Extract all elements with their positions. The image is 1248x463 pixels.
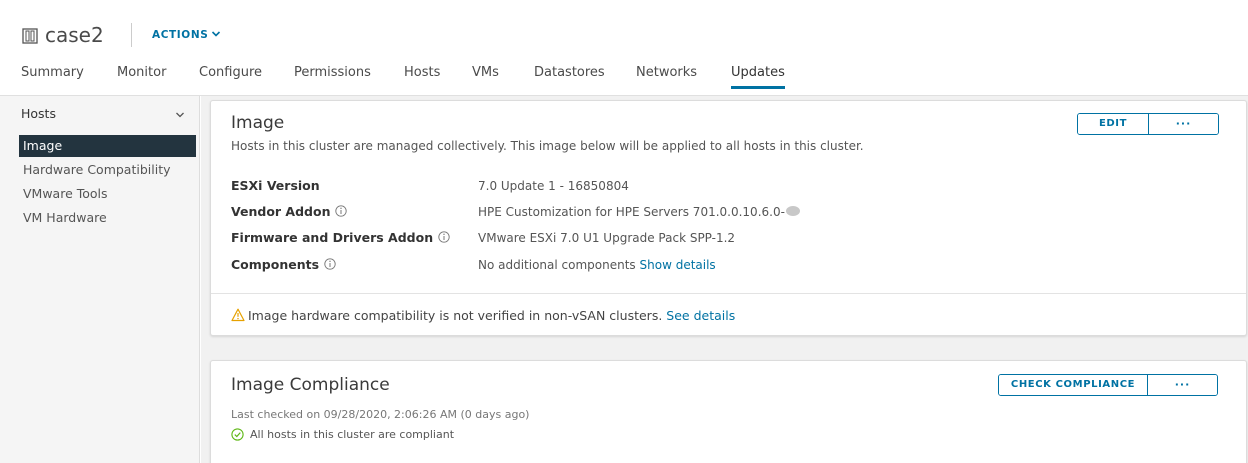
vendor-addon-label: Vendor Addon xyxy=(231,204,331,219)
components-label: Components xyxy=(231,257,320,272)
more-actions-button[interactable]: ··· xyxy=(1148,114,1218,134)
object-title: case2 xyxy=(45,23,104,47)
check-compliance-button[interactable]: CHECK COMPLIANCE xyxy=(999,375,1147,395)
card-divider xyxy=(211,293,1246,294)
esxi-version-value: 7.0 Update 1 - 16850804 xyxy=(478,179,629,193)
compliance-status: All hosts in this cluster are compliant xyxy=(231,427,454,443)
image-card-description: Hosts in this cluster are managed collec… xyxy=(231,139,864,153)
image-card: Image EDIT ··· Hosts in this cluster are… xyxy=(210,100,1247,336)
edit-button[interactable]: EDIT xyxy=(1078,114,1148,134)
image-compliance-card: Image Compliance CHECK COMPLIANCE ··· La… xyxy=(210,360,1247,463)
tab-configure[interactable]: Configure xyxy=(199,63,262,89)
show-details-link[interactable]: Show details xyxy=(640,258,716,272)
check-circle-icon xyxy=(231,428,244,441)
tab-vms[interactable]: VMs xyxy=(472,63,499,89)
updates-sidebar: Hosts Image Hardware Compatibility VMwar… xyxy=(0,96,200,463)
main-content: Image EDIT ··· Hosts in this cluster are… xyxy=(201,96,1248,463)
compliance-status-text: All hosts in this cluster are compliant xyxy=(250,428,455,441)
sidebar-item-vmware-tools[interactable]: VMware Tools xyxy=(19,183,196,205)
info-icon[interactable] xyxy=(324,258,336,270)
chevron-down-icon[interactable] xyxy=(175,110,185,120)
tab-hosts[interactable]: Hosts xyxy=(404,63,440,89)
actions-label: ACTIONS xyxy=(152,29,209,41)
image-card-title: Image xyxy=(231,113,285,133)
header-divider xyxy=(131,23,132,47)
last-checked-text: Last checked on 09/28/2020, 2:06:26 AM (… xyxy=(231,408,530,421)
tab-networks[interactable]: Networks xyxy=(636,63,697,89)
vendor-addon-value: HPE Customization for HPE Servers 701.0.… xyxy=(478,205,785,219)
sidebar-item-vm-hardware[interactable]: VM Hardware xyxy=(19,207,196,229)
tab-datastores[interactable]: Datastores xyxy=(534,63,605,89)
sidebar-item-image[interactable]: Image xyxy=(19,135,196,157)
firmware-addon-label: Firmware and Drivers Addon xyxy=(231,230,434,245)
compatibility-warning: Image hardware compatibility is not veri… xyxy=(231,307,735,325)
more-actions-button[interactable]: ··· xyxy=(1147,375,1217,395)
tab-updates[interactable]: Updates xyxy=(731,63,785,89)
info-icon[interactable] xyxy=(438,231,450,243)
sidebar-item-hardware-compatibility[interactable]: Hardware Compatibility xyxy=(19,159,196,181)
tab-summary[interactable]: Summary xyxy=(21,63,84,89)
warning-icon xyxy=(231,308,245,322)
firmware-addon-row-label: Firmware and Drivers Addon xyxy=(231,229,450,247)
tab-permissions[interactable]: Permissions xyxy=(294,63,371,89)
components-row-label: Components xyxy=(231,256,336,274)
redacted-blur-icon xyxy=(785,206,800,216)
object-header: case2 ACTIONS Summary Monitor Configure … xyxy=(0,0,1248,96)
image-actions-group: EDIT ··· xyxy=(1077,113,1219,135)
components-value-row: No additional components Show details xyxy=(478,256,716,274)
esxi-version-label: ESXi Version xyxy=(231,178,320,193)
see-details-link[interactable]: See details xyxy=(666,308,735,323)
actions-menu-button[interactable]: ACTIONS xyxy=(152,27,221,43)
firmware-addon-value: VMware ESXi 7.0 U1 Upgrade Pack SPP-1.2 xyxy=(478,231,736,245)
vendor-addon-value-row: HPE Customization for HPE Servers 701.0.… xyxy=(478,203,801,221)
compliance-card-title: Image Compliance xyxy=(231,375,390,395)
chevron-down-icon xyxy=(212,31,221,37)
sidebar-group-hosts[interactable]: Hosts xyxy=(21,105,56,123)
compliance-actions-group: CHECK COMPLIANCE ··· xyxy=(998,374,1218,396)
vendor-addon-row-label: Vendor Addon xyxy=(231,203,348,221)
components-value: No additional components xyxy=(478,258,636,272)
info-icon[interactable] xyxy=(335,205,348,217)
warning-text: Image hardware compatibility is not veri… xyxy=(248,308,663,323)
cluster-icon xyxy=(22,28,38,44)
tab-monitor[interactable]: Monitor xyxy=(117,63,166,89)
